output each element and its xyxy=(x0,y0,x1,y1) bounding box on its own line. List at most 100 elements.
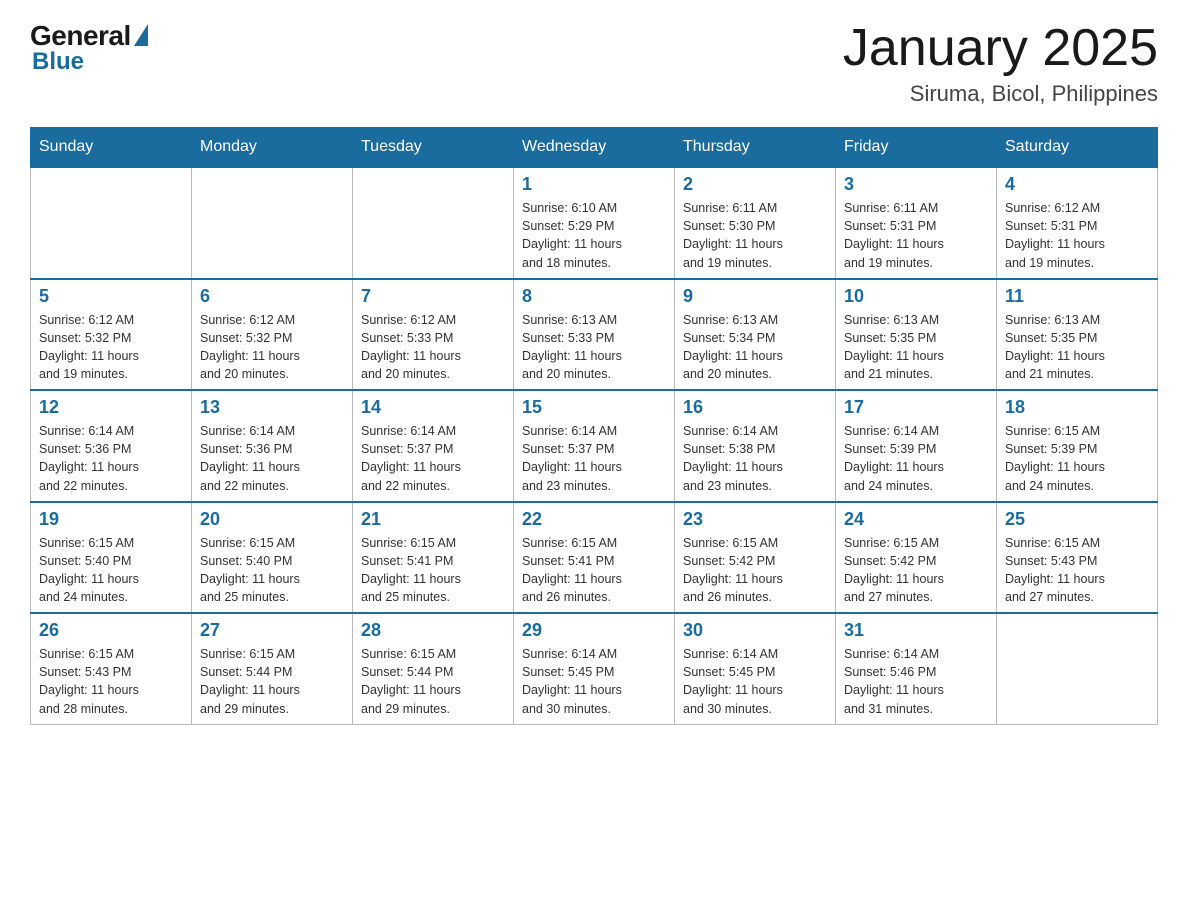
week-row-1: 1 Sunrise: 6:10 AMSunset: 5:29 PMDaylight… xyxy=(31,167,1158,279)
day-info: Sunrise: 6:15 AMSunset: 5:43 PMDaylight:… xyxy=(39,645,183,718)
day-number: 31 xyxy=(844,620,988,641)
day-number: 30 xyxy=(683,620,827,641)
calendar-cell: 26 Sunrise: 6:15 AMSunset: 5:43 PMDayligh… xyxy=(31,613,192,724)
day-info: Sunrise: 6:11 AMSunset: 5:31 PMDaylight:… xyxy=(844,199,988,272)
calendar-cell: 28 Sunrise: 6:15 AMSunset: 5:44 PMDayligh… xyxy=(353,613,514,724)
day-number: 15 xyxy=(522,397,666,418)
day-info: Sunrise: 6:10 AMSunset: 5:29 PMDaylight:… xyxy=(522,199,666,272)
column-header-wednesday: Wednesday xyxy=(514,128,675,168)
day-info: Sunrise: 6:15 AMSunset: 5:44 PMDaylight:… xyxy=(361,645,505,718)
day-info: Sunrise: 6:14 AMSunset: 5:38 PMDaylight:… xyxy=(683,422,827,495)
day-info: Sunrise: 6:12 AMSunset: 5:31 PMDaylight:… xyxy=(1005,199,1149,272)
day-number: 16 xyxy=(683,397,827,418)
calendar-cell: 12Sunrise: 6:14 AMSunset: 5:36 PMDayligh… xyxy=(31,390,192,502)
calendar-cell: 27 Sunrise: 6:15 AMSunset: 5:44 PMDayligh… xyxy=(192,613,353,724)
calendar-cell: 16 Sunrise: 6:14 AMSunset: 5:38 PMDayligh… xyxy=(675,390,836,502)
day-number: 21 xyxy=(361,509,505,530)
day-number: 25 xyxy=(1005,509,1149,530)
day-info: Sunrise: 6:14 AMSunset: 5:46 PMDaylight:… xyxy=(844,645,988,718)
calendar-cell: 8 Sunrise: 6:13 AMSunset: 5:33 PMDaylight… xyxy=(514,279,675,391)
title-section: January 2025 Siruma, Bicol, Philippines xyxy=(843,20,1158,107)
calendar-cell: 29 Sunrise: 6:14 AMSunset: 5:45 PMDayligh… xyxy=(514,613,675,724)
day-number: 10 xyxy=(844,286,988,307)
calendar-cell: 23Sunrise: 6:15 AMSunset: 5:42 PMDayligh… xyxy=(675,502,836,614)
page-header: General Blue January 2025 Siruma, Bicol,… xyxy=(30,20,1158,107)
day-number: 29 xyxy=(522,620,666,641)
calendar-cell: 9 Sunrise: 6:13 AMSunset: 5:34 PMDaylight… xyxy=(675,279,836,391)
day-number: 19 xyxy=(39,509,183,530)
day-info: Sunrise: 6:14 AMSunset: 5:39 PMDaylight:… xyxy=(844,422,988,495)
day-info: Sunrise: 6:13 AMSunset: 5:35 PMDaylight:… xyxy=(844,311,988,384)
column-header-sunday: Sunday xyxy=(31,128,192,168)
calendar-cell: 22 Sunrise: 6:15 AMSunset: 5:41 PMDayligh… xyxy=(514,502,675,614)
day-number: 12 xyxy=(39,397,183,418)
day-info: Sunrise: 6:11 AMSunset: 5:30 PMDaylight:… xyxy=(683,199,827,272)
subtitle: Siruma, Bicol, Philippines xyxy=(843,81,1158,107)
day-number: 4 xyxy=(1005,174,1149,195)
day-number: 24 xyxy=(844,509,988,530)
calendar-cell: 24 Sunrise: 6:15 AMSunset: 5:42 PMDayligh… xyxy=(836,502,997,614)
calendar-cell xyxy=(997,613,1158,724)
day-number: 20 xyxy=(200,509,344,530)
calendar-cell: 6 Sunrise: 6:12 AMSunset: 5:32 PMDaylight… xyxy=(192,279,353,391)
calendar-cell: 19 Sunrise: 6:15 AMSunset: 5:40 PMDayligh… xyxy=(31,502,192,614)
day-info: Sunrise: 6:14 AMSunset: 5:36 PMDaylight:… xyxy=(200,422,344,495)
day-info: Sunrise: 6:14 AMSunset: 5:37 PMDaylight:… xyxy=(361,422,505,495)
week-row-4: 19 Sunrise: 6:15 AMSunset: 5:40 PMDayligh… xyxy=(31,502,1158,614)
day-number: 11 xyxy=(1005,286,1149,307)
calendar-cell: 2 Sunrise: 6:11 AMSunset: 5:30 PMDaylight… xyxy=(675,167,836,279)
day-number: 28 xyxy=(361,620,505,641)
logo-blue-text: Blue xyxy=(32,48,84,76)
day-info: Sunrise: 6:15 AMSunset: 5:41 PMDaylight:… xyxy=(361,534,505,607)
day-info: Sunrise: 6:14 AMSunset: 5:37 PMDaylight:… xyxy=(522,422,666,495)
day-number: 14 xyxy=(361,397,505,418)
day-info: Sunrise: 6:12 AMSunset: 5:32 PMDaylight:… xyxy=(39,311,183,384)
day-info: Sunrise: 6:15 AMSunset: 5:40 PMDaylight:… xyxy=(39,534,183,607)
day-number: 27 xyxy=(200,620,344,641)
calendar-cell xyxy=(192,167,353,279)
calendar-cell: 10 Sunrise: 6:13 AMSunset: 5:35 PMDayligh… xyxy=(836,279,997,391)
calendar-cell: 13Sunrise: 6:14 AMSunset: 5:36 PMDayligh… xyxy=(192,390,353,502)
calendar-cell: 30Sunrise: 6:14 AMSunset: 5:45 PMDayligh… xyxy=(675,613,836,724)
calendar-cell: 15 Sunrise: 6:14 AMSunset: 5:37 PMDayligh… xyxy=(514,390,675,502)
day-info: Sunrise: 6:13 AMSunset: 5:35 PMDaylight:… xyxy=(1005,311,1149,384)
day-info: Sunrise: 6:13 AMSunset: 5:33 PMDaylight:… xyxy=(522,311,666,384)
calendar-cell: 17 Sunrise: 6:14 AMSunset: 5:39 PMDayligh… xyxy=(836,390,997,502)
day-number: 3 xyxy=(844,174,988,195)
day-info: Sunrise: 6:15 AMSunset: 5:39 PMDaylight:… xyxy=(1005,422,1149,495)
day-number: 1 xyxy=(522,174,666,195)
day-info: Sunrise: 6:14 AMSunset: 5:45 PMDaylight:… xyxy=(522,645,666,718)
week-row-5: 26 Sunrise: 6:15 AMSunset: 5:43 PMDayligh… xyxy=(31,613,1158,724)
day-number: 26 xyxy=(39,620,183,641)
day-info: Sunrise: 6:15 AMSunset: 5:40 PMDaylight:… xyxy=(200,534,344,607)
column-header-tuesday: Tuesday xyxy=(353,128,514,168)
calendar-header-row: SundayMondayTuesdayWednesdayThursdayFrid… xyxy=(31,128,1158,168)
logo-triangle-icon xyxy=(134,24,148,46)
day-number: 2 xyxy=(683,174,827,195)
day-number: 9 xyxy=(683,286,827,307)
day-number: 22 xyxy=(522,509,666,530)
day-info: Sunrise: 6:12 AMSunset: 5:32 PMDaylight:… xyxy=(200,311,344,384)
day-info: Sunrise: 6:15 AMSunset: 5:44 PMDaylight:… xyxy=(200,645,344,718)
day-info: Sunrise: 6:15 AMSunset: 5:41 PMDaylight:… xyxy=(522,534,666,607)
day-number: 7 xyxy=(361,286,505,307)
calendar-cell: 11 Sunrise: 6:13 AMSunset: 5:35 PMDayligh… xyxy=(997,279,1158,391)
calendar-cell: 18 Sunrise: 6:15 AMSunset: 5:39 PMDayligh… xyxy=(997,390,1158,502)
column-header-thursday: Thursday xyxy=(675,128,836,168)
calendar-table: SundayMondayTuesdayWednesdayThursdayFrid… xyxy=(30,127,1158,725)
day-info: Sunrise: 6:13 AMSunset: 5:34 PMDaylight:… xyxy=(683,311,827,384)
calendar-cell: 20 Sunrise: 6:15 AMSunset: 5:40 PMDayligh… xyxy=(192,502,353,614)
day-number: 23 xyxy=(683,509,827,530)
column-header-friday: Friday xyxy=(836,128,997,168)
day-number: 5 xyxy=(39,286,183,307)
day-number: 6 xyxy=(200,286,344,307)
day-number: 8 xyxy=(522,286,666,307)
calendar-cell xyxy=(31,167,192,279)
week-row-3: 12 Sunrise: 6:14 AMSunset: 5:36 PMDayligh… xyxy=(31,390,1158,502)
day-number: 18 xyxy=(1005,397,1149,418)
column-header-monday: Monday xyxy=(192,128,353,168)
column-header-saturday: Saturday xyxy=(997,128,1158,168)
day-info: Sunrise: 6:15 AMSunset: 5:42 PMDaylight:… xyxy=(844,534,988,607)
day-number: 17 xyxy=(844,397,988,418)
calendar-cell: 14 Sunrise: 6:14 AMSunset: 5:37 PMDayligh… xyxy=(353,390,514,502)
